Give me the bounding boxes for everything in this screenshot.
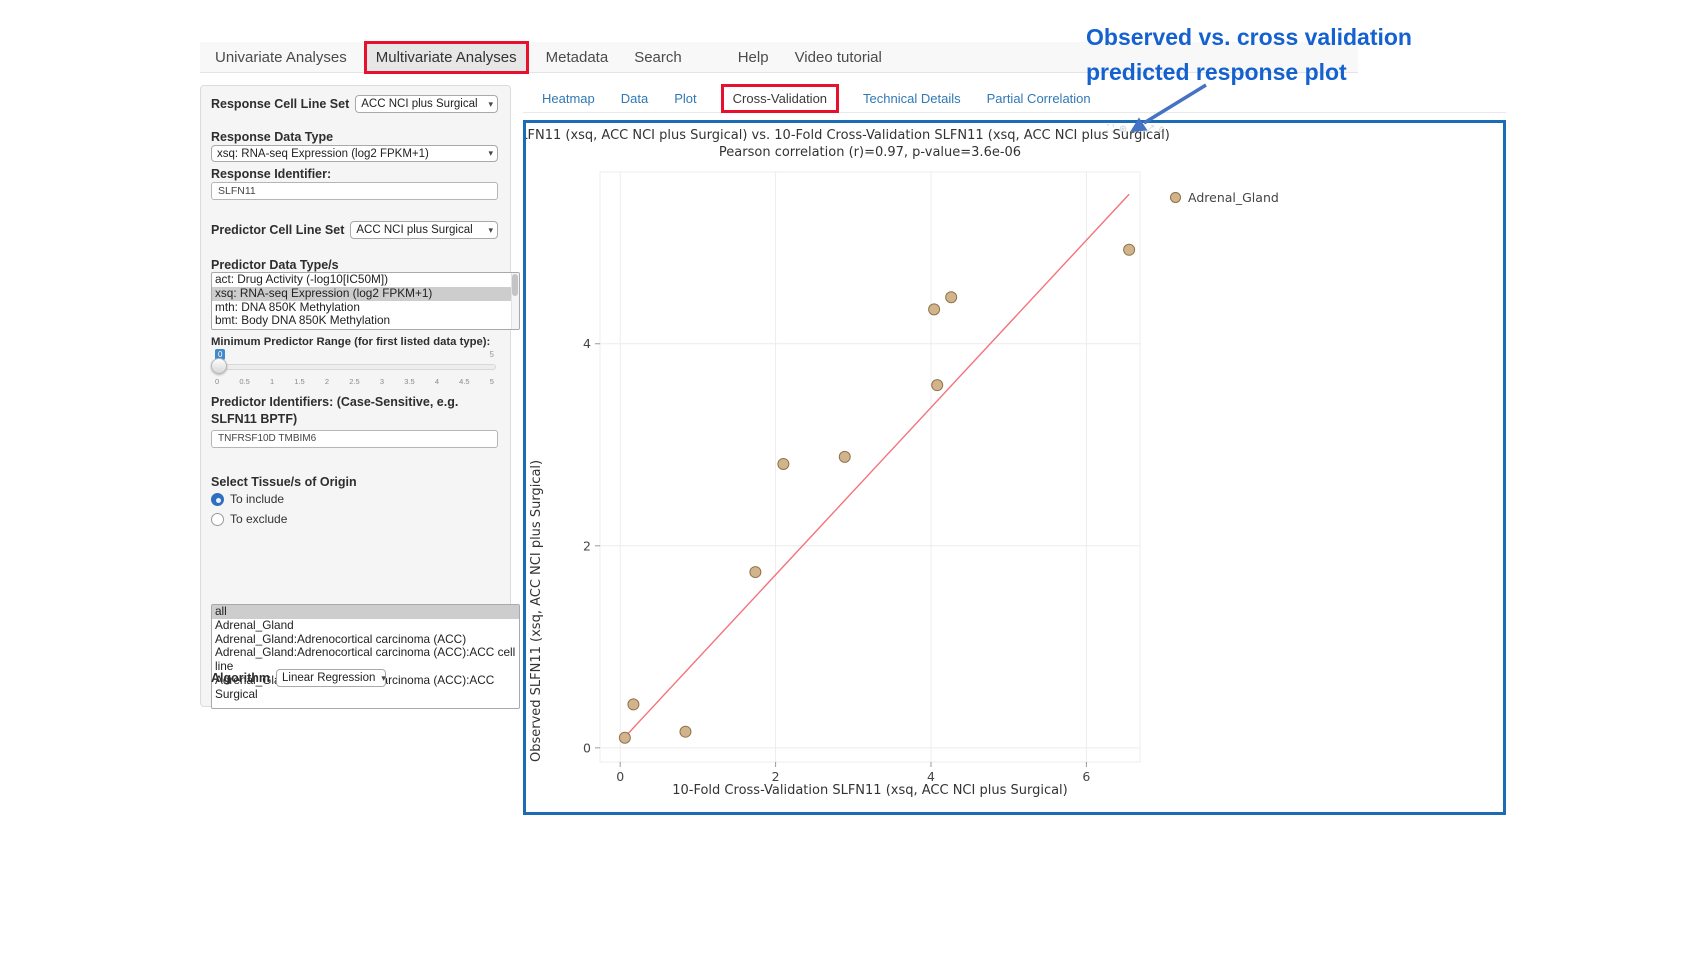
algorithm-label: Algorithm <box>211 671 270 685</box>
predictor-cell-line-set-select[interactable]: ACC NCI plus Surgical ▾ <box>350 221 498 239</box>
cross-validation-panel: ⛶⊕⊖⤢⌂ SLFN11 (xsq, ACC NCI plus Surgical… <box>523 120 1506 815</box>
response-identifier-label: Response Identifier: <box>211 167 331 181</box>
slider-max-label: 5 <box>490 350 494 359</box>
slider-tick-label: 3.5 <box>404 377 414 386</box>
tab-technical-details[interactable]: Technical Details <box>861 87 963 110</box>
response-cell-line-set-select[interactable]: ACC NCI plus Surgical ▾ <box>355 95 498 113</box>
response-cell-line-set-label: Response Cell Line Set <box>211 97 349 111</box>
min-predictor-range-label: Minimum Predictor Range (for first liste… <box>211 336 490 348</box>
slider-tick-label: 2 <box>325 377 329 386</box>
slider-tick-label: 1 <box>270 377 274 386</box>
response-data-type-label: Response Data Type <box>211 130 333 144</box>
chevron-down-icon: ▾ <box>482 225 493 236</box>
data-point <box>1124 244 1135 255</box>
radio-to-include[interactable]: To include <box>211 492 287 506</box>
response-identifier-input[interactable] <box>211 182 498 200</box>
data-point <box>946 292 957 303</box>
tab-plot[interactable]: Plot <box>672 87 698 110</box>
chevron-down-icon: ▾ <box>375 673 386 684</box>
tab-partial-correlation[interactable]: Partial Correlation <box>985 87 1093 110</box>
data-point <box>619 732 630 743</box>
radio-button-icon[interactable] <box>211 513 224 526</box>
scatter-points <box>619 244 1134 743</box>
radio-label: To include <box>230 492 284 506</box>
data-point <box>680 726 691 737</box>
slider-tick-label: 2.5 <box>349 377 359 386</box>
slider-track[interactable] <box>213 364 496 370</box>
axis-ticks: 0 2 4 6 0 2 4 <box>583 336 1090 784</box>
x-axis-title: 10-Fold Cross-Validation SLFN11 (xsq, AC… <box>600 783 1140 798</box>
annotation-line-1: Observed vs. cross validation <box>1086 20 1412 55</box>
chevron-down-icon: ▾ <box>482 148 493 159</box>
svg-text:6: 6 <box>1082 769 1090 784</box>
scrollbar[interactable] <box>511 273 519 329</box>
nav-item-help[interactable]: Help <box>729 44 778 71</box>
tissue-list[interactable]: allAdrenal_GlandAdrenal_Gland:Adrenocort… <box>211 604 520 709</box>
predictor-data-types-list[interactable]: act: Drug Activity (-log10[IC50M])xsq: R… <box>211 272 520 330</box>
svg-text:4: 4 <box>927 769 935 784</box>
predictor-identifiers-label: Predictor Identifiers: (Case-Sensitive, … <box>211 394 496 428</box>
data-point <box>778 458 789 469</box>
list-option-xsq-rna-seq-expression-log2-fpkm-1[interactable]: xsq: RNA-seq Expression (log2 FPKM+1) <box>212 287 519 301</box>
slider-tick-label: 1.5 <box>294 377 304 386</box>
response-data-type-select[interactable]: xsq: RNA-seq Expression (log2 FPKM+1) ▾ <box>211 145 498 162</box>
tissue-origin-label: Select Tissue/s of Origin <box>211 475 357 489</box>
analysis-form-sidebar: Response Cell Line Set ACC NCI plus Surg… <box>200 85 511 707</box>
nav-item-univariate-analyses[interactable]: Univariate Analyses <box>206 44 356 71</box>
svg-text:2: 2 <box>772 769 780 784</box>
data-point <box>750 567 761 578</box>
annotation-arrow-icon <box>1126 80 1218 140</box>
cross-validation-scatter-plot: 0 2 4 6 0 2 4 <box>526 123 1503 812</box>
slider-handle[interactable] <box>211 358 227 374</box>
list-option-adrenal-gland[interactable]: Adrenal_Gland <box>212 619 519 633</box>
predictor-data-types-label: Predictor Data Type/s <box>211 258 339 272</box>
predictor-identifiers-input[interactable] <box>211 430 498 448</box>
slider-tick-label: 0 <box>215 377 219 386</box>
predictor-cell-line-set-label: Predictor Cell Line Set <box>211 223 344 237</box>
tab-cross-validation[interactable]: Cross-Validation <box>721 84 839 113</box>
slider-tick-label: 4.5 <box>459 377 469 386</box>
data-point <box>932 380 943 391</box>
gridlines <box>600 172 1140 762</box>
legend-item-adrenal-gland[interactable]: Adrenal_Gland <box>1170 190 1279 205</box>
tab-data[interactable]: Data <box>619 87 650 110</box>
slider-tick-label: 4 <box>435 377 439 386</box>
chevron-down-icon: ▾ <box>482 99 493 110</box>
slider-tick-label: 3 <box>380 377 384 386</box>
nav-item-metadata[interactable]: Metadata <box>537 44 618 71</box>
list-option-adrenal-gland-adrenocortical-carcinoma-acc[interactable]: Adrenal_Gland:Adrenocortical carcinoma (… <box>212 633 519 647</box>
radio-label: To exclude <box>230 512 287 526</box>
svg-text:2: 2 <box>583 538 591 553</box>
list-option-mth-dna-850k-methylation[interactable]: mth: DNA 850K Methylation <box>212 301 519 315</box>
radio-to-exclude[interactable]: To exclude <box>211 512 287 526</box>
svg-text:0: 0 <box>616 769 624 784</box>
legend-marker-icon <box>1170 192 1181 203</box>
fit-line <box>628 194 1129 733</box>
data-point <box>929 304 940 315</box>
legend-label: Adrenal_Gland <box>1188 190 1279 205</box>
algorithm-select[interactable]: Linear Regression ▾ <box>276 669 386 687</box>
tab-heatmap[interactable]: Heatmap <box>540 87 597 110</box>
y-axis-title: Observed SLFN11 (xsq, ACC NCI plus Surgi… <box>529 172 544 762</box>
nav-item-search[interactable]: Search <box>625 44 691 71</box>
list-option-bmt-body-dna-850k-methylation[interactable]: bmt: Body DNA 850K Methylation <box>212 314 519 328</box>
min-predictor-range-slider: 0 5 0 0.5 1 1.5 2 2.5 3 3.5 4 4.5 5 <box>213 349 496 391</box>
svg-text:4: 4 <box>583 336 591 351</box>
slider-tick-labels: 0 0.5 1 1.5 2 2.5 3 3.5 4 4.5 5 <box>215 377 494 386</box>
svg-text:0: 0 <box>583 740 591 755</box>
slider-tick-label: 0.5 <box>239 377 249 386</box>
slider-tick-label: 5 <box>490 377 494 386</box>
list-option-all[interactable]: all <box>212 605 519 619</box>
nav-item-video-tutorial[interactable]: Video tutorial <box>786 44 891 71</box>
data-point <box>839 451 850 462</box>
list-option-act-drug-activity-log10-ic50m[interactable]: act: Drug Activity (-log10[IC50M]) <box>212 273 519 287</box>
scrollbar-thumb[interactable] <box>512 274 518 296</box>
nav-item-multivariate-analyses[interactable]: Multivariate Analyses <box>364 41 529 74</box>
radio-button-icon[interactable] <box>211 493 224 506</box>
data-point <box>628 699 639 710</box>
